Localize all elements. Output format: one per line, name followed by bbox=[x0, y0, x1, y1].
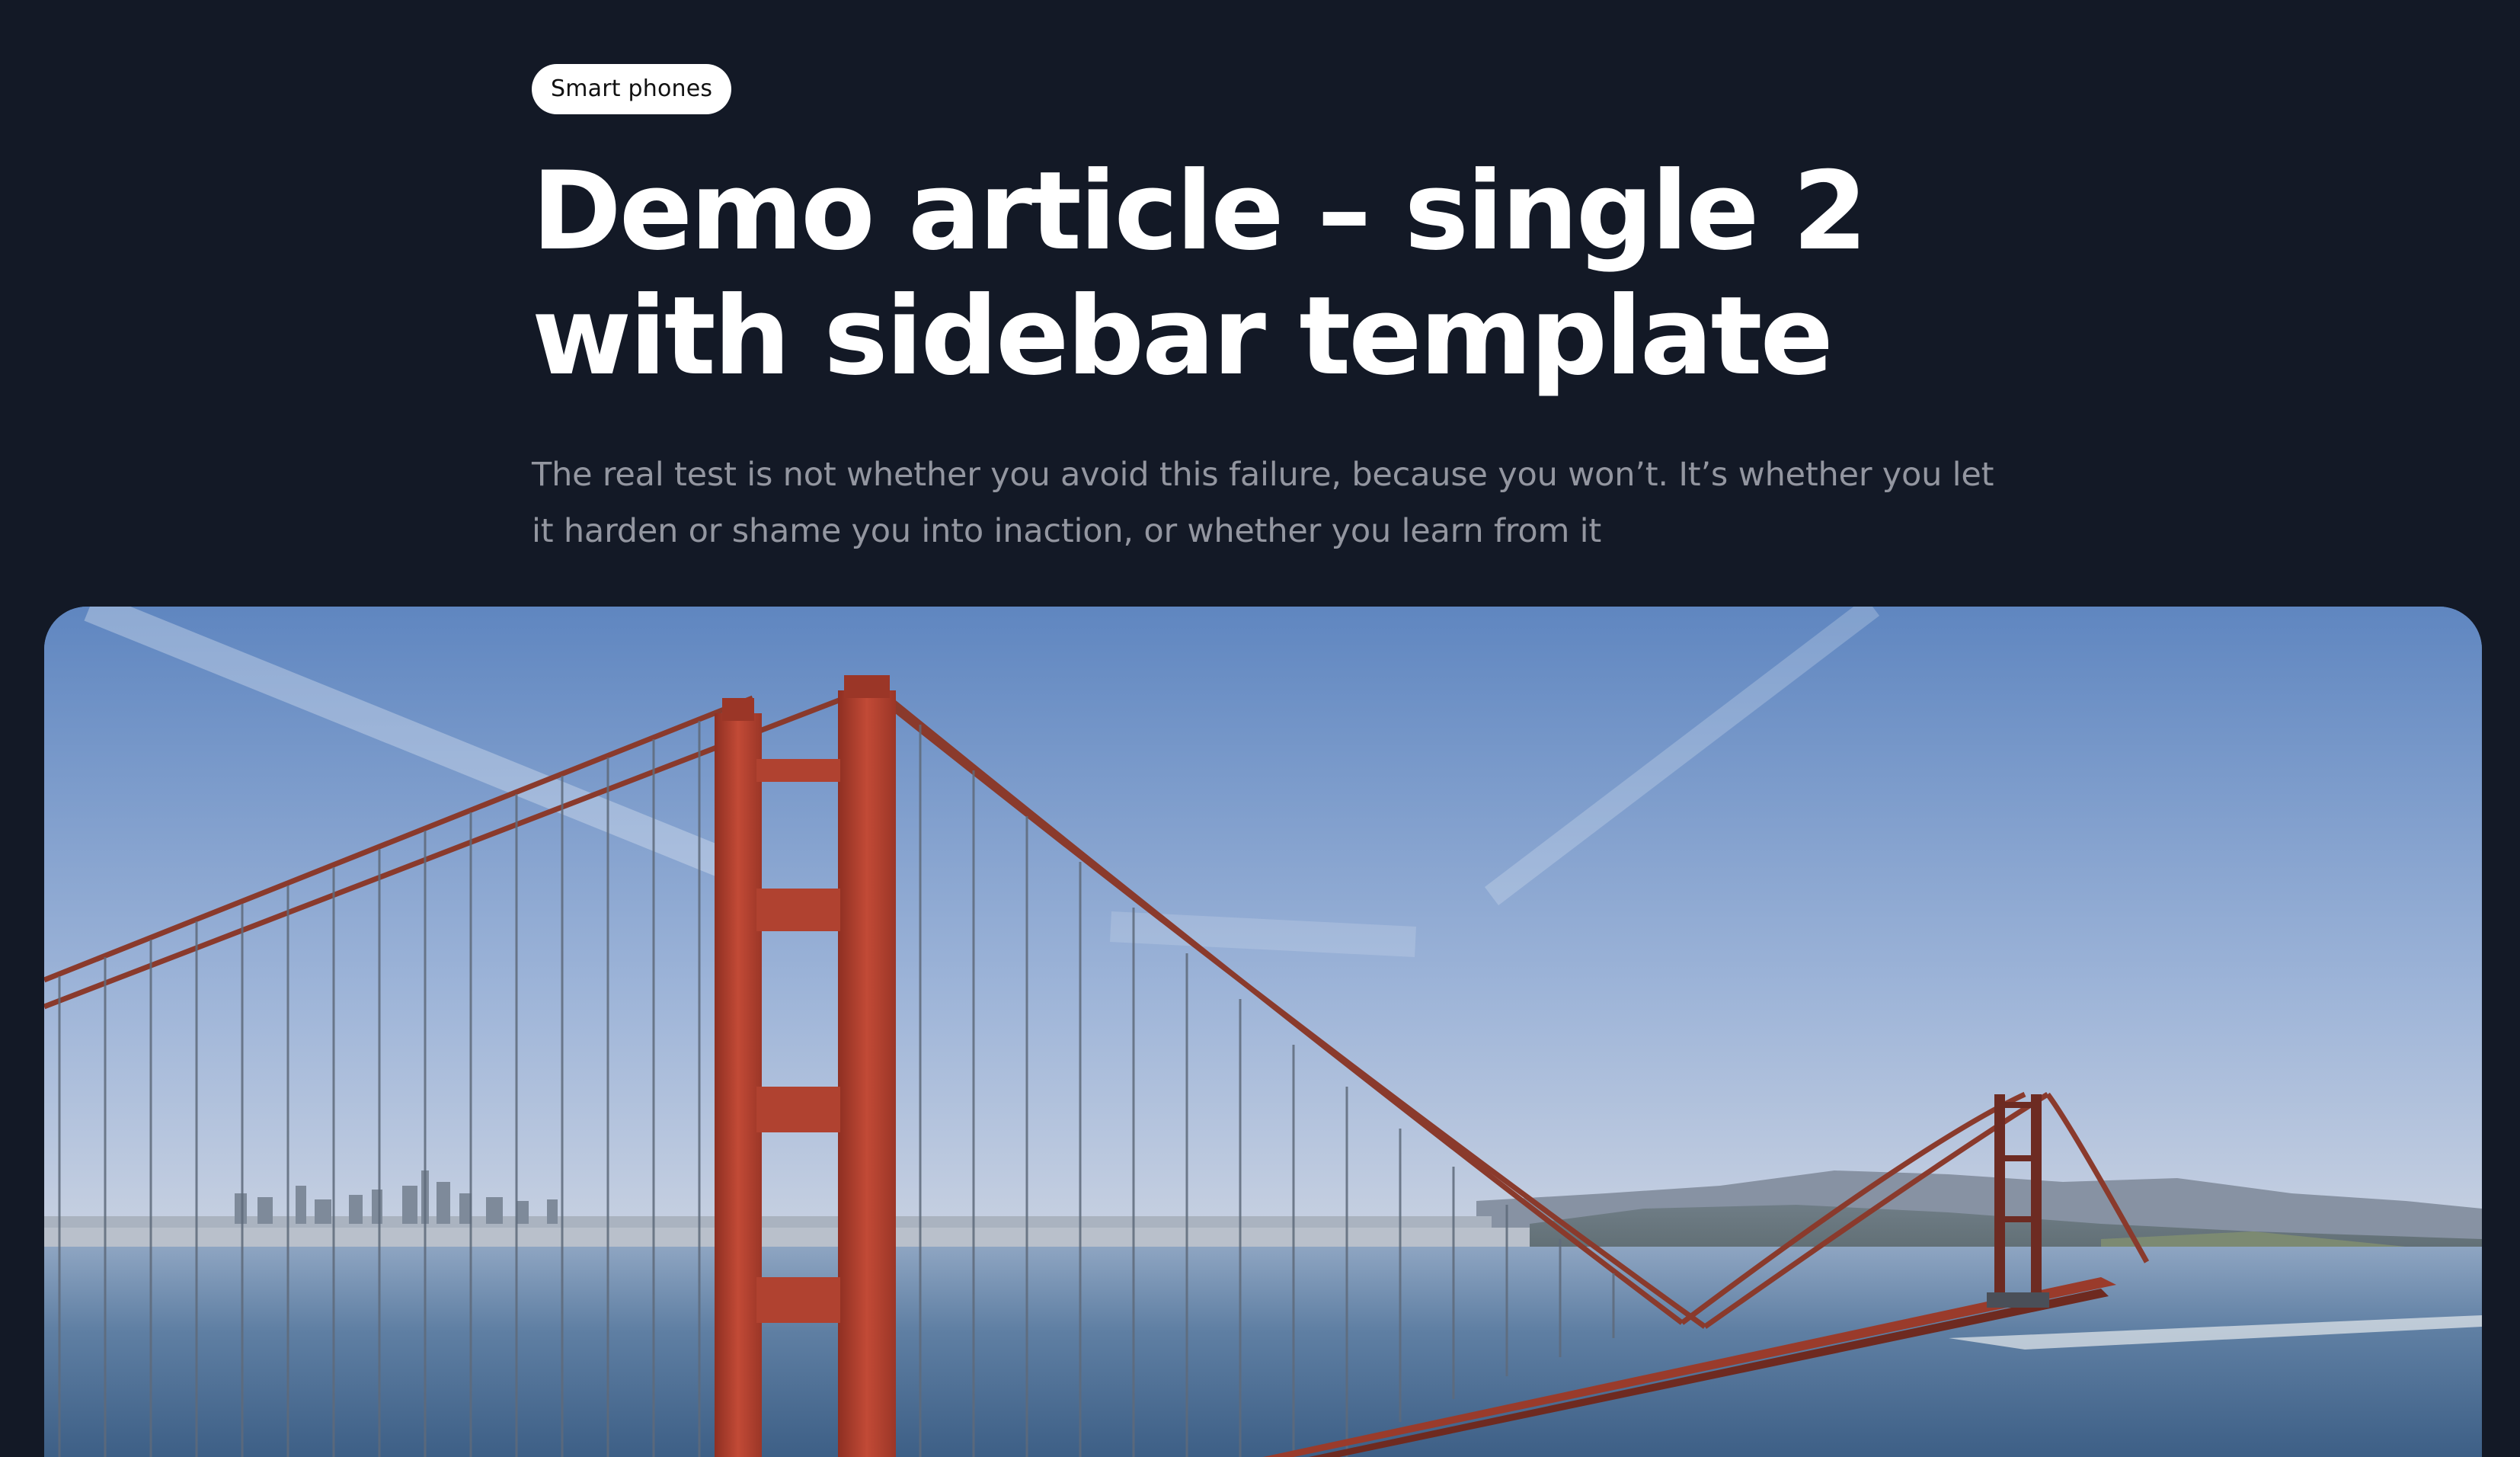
article-header: Smart phones Demo article – single 2 wit… bbox=[532, 64, 2025, 559]
bridge-illustration bbox=[44, 607, 2482, 1457]
article-page: Smart phones Demo article – single 2 wit… bbox=[0, 0, 2520, 1457]
article-title: Demo article – single 2 with sidebar tem… bbox=[532, 149, 1868, 399]
hero-image bbox=[44, 607, 2482, 1457]
category-tag[interactable]: Smart phones bbox=[532, 64, 732, 114]
article-excerpt: The real test is not whether you avoid t… bbox=[532, 456, 1994, 550]
